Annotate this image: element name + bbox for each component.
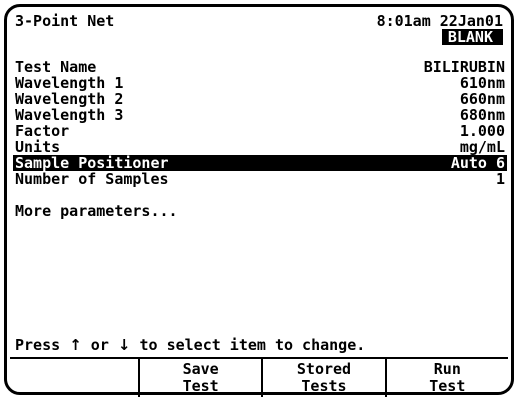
param-row-wavelength-2[interactable]: Wavelength 2 660nm	[13, 91, 507, 107]
param-label: Wavelength 3	[15, 106, 124, 124]
softkey-line1: Stored	[296, 360, 352, 378]
param-label: Wavelength 2	[15, 90, 124, 108]
param-row-factor[interactable]: Factor 1.000	[13, 123, 507, 139]
param-label: Sample Positioner	[15, 154, 169, 172]
param-value: Auto 6	[450, 154, 505, 172]
softkey-bar: Save Test Stored Tests Run Test	[10, 357, 508, 397]
param-value: 1	[495, 170, 505, 188]
softkey-line1: Run	[433, 360, 461, 378]
instrument-screen: 3-Point Net 8:01am 22Jan01 BLANK Test Na…	[4, 4, 514, 397]
status-badge: BLANK	[441, 29, 503, 45]
param-row-test-name[interactable]: Test Name BILIRUBIN	[13, 59, 507, 75]
instruction-prompt: Press ↑ or ↓ to select item to change.	[15, 337, 365, 353]
down-arrow-icon: ↓	[117, 336, 131, 354]
param-row-wavelength-3[interactable]: Wavelength 3 680nm	[13, 107, 507, 123]
up-arrow-icon: ↑	[69, 336, 82, 354]
clock-readout: 8:01am 22Jan01	[376, 12, 503, 30]
param-row-sample-positioner[interactable]: Sample Positioner Auto 6	[13, 155, 507, 171]
param-value: mg/mL	[459, 138, 505, 156]
prompt-prefix: Press	[15, 336, 70, 354]
param-label: Test Name	[15, 58, 97, 76]
softkey-blank[interactable]	[10, 359, 138, 397]
param-value: 610nm	[459, 74, 505, 92]
more-parameters-link[interactable]: More parameters...	[15, 203, 178, 219]
param-row-units[interactable]: Units mg/mL	[13, 139, 507, 155]
softkey-line2: Test	[429, 377, 466, 395]
param-label: Number of Samples	[15, 170, 169, 188]
param-row-number-of-samples[interactable]: Number of Samples 1	[13, 171, 507, 187]
param-value: BILIRUBIN	[423, 58, 505, 76]
save-test-button[interactable]: Save Test	[138, 359, 261, 397]
softkey-line2: Tests	[301, 377, 347, 395]
prompt-suffix: to select item to change.	[130, 336, 366, 354]
stored-tests-button[interactable]: Stored Tests	[261, 359, 384, 397]
param-value: 660nm	[459, 90, 505, 108]
softkey-line2: Test	[182, 377, 219, 395]
softkey-line1: Save	[182, 360, 219, 378]
param-row-wavelength-1[interactable]: Wavelength 1 610nm	[13, 75, 507, 91]
prompt-middle: or	[81, 336, 118, 354]
screen-title: 3-Point Net	[15, 12, 115, 30]
param-value: 680nm	[459, 106, 505, 124]
param-label: Units	[15, 138, 61, 156]
param-value: 1.000	[459, 122, 505, 140]
param-label: Wavelength 1	[15, 74, 124, 92]
run-test-button[interactable]: Run Test	[384, 359, 508, 397]
param-label: Factor	[15, 122, 70, 140]
